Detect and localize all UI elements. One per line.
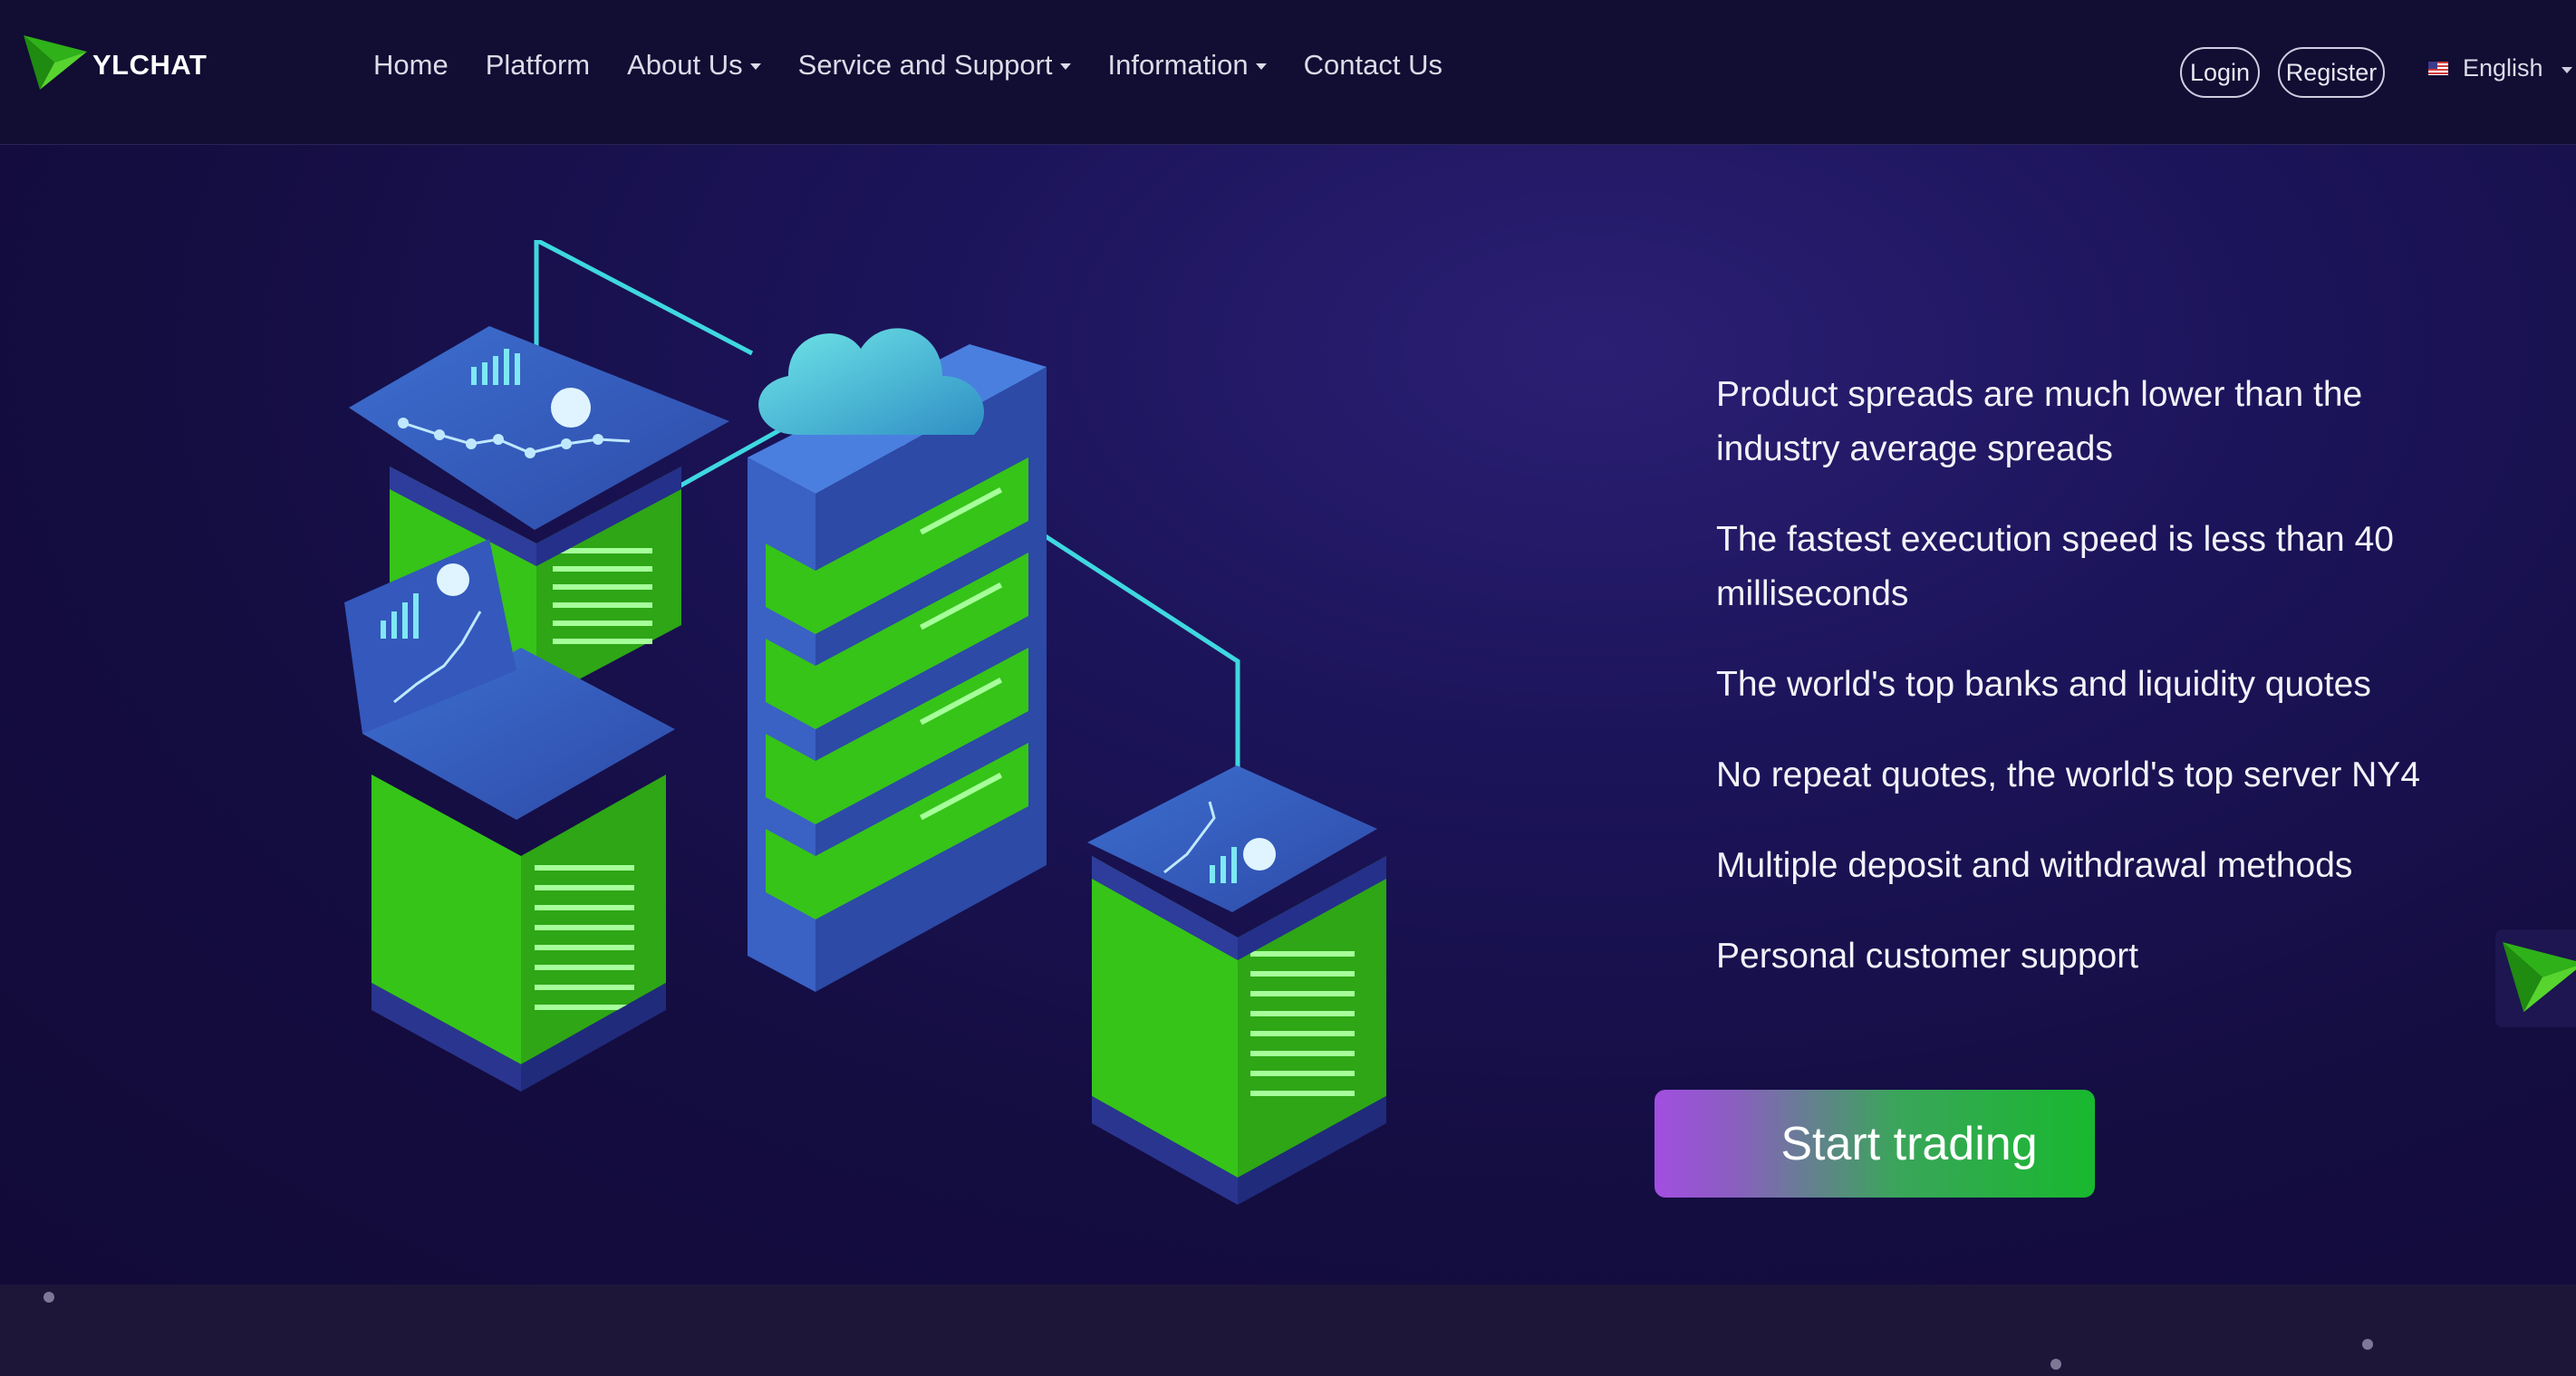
us-flag-icon: [2428, 62, 2448, 75]
bottom-section: [0, 1285, 2576, 1376]
hero-section: Product spreads are much lower than the …: [0, 145, 2576, 1285]
nav-contact-us[interactable]: Contact Us: [1304, 49, 1442, 82]
feature-item: No repeat quotes, the world's top server…: [1716, 755, 2421, 794]
server-central-tower: [748, 328, 1047, 992]
nav-home[interactable]: Home: [373, 49, 449, 82]
decorative-dot: [43, 1292, 54, 1303]
language-selector[interactable]: English: [2428, 54, 2572, 82]
floating-support-widget[interactable]: [2495, 929, 2576, 1027]
nav-information-label: Information: [1107, 49, 1249, 81]
ylchat-logo-icon: [24, 34, 87, 96]
decorative-dot: [2362, 1339, 2373, 1350]
nav-home-label: Home: [373, 49, 449, 81]
chevron-down-icon: [1059, 63, 1071, 70]
nav-about-us-label: About Us: [627, 49, 743, 81]
chevron-down-icon: [1255, 63, 1267, 70]
nav-platform-label: Platform: [485, 49, 591, 81]
feature-item: Product spreads are much lower than the …: [1716, 375, 2363, 468]
nav-contact-us-label: Contact Us: [1303, 49, 1442, 81]
nav-service-support-label: Service and Support: [797, 49, 1053, 81]
server-right: [1087, 765, 1386, 1205]
language-label: English: [2463, 54, 2543, 82]
ylchat-logo-icon: [2503, 942, 2576, 1013]
start-trading-button[interactable]: Start trading: [1655, 1090, 2095, 1198]
top-navbar: YLCHAT Home Platform About Us Service an…: [0, 0, 2576, 145]
nav-about-us[interactable]: About Us: [627, 49, 761, 82]
chevron-down-icon: [2561, 66, 2572, 73]
start-trading-label: Start trading: [1780, 1117, 2038, 1170]
register-button[interactable]: Register: [2278, 47, 2385, 98]
chevron-down-icon: [749, 63, 761, 70]
nav-service-support[interactable]: Service and Support: [798, 49, 1071, 82]
feature-list: Product spreads are much lower than the …: [1716, 368, 2423, 1020]
main-menu: Home Platform About Us Service and Suppo…: [373, 49, 1480, 82]
brand-name: YLCHAT: [92, 49, 207, 81]
feature-item: The fastest execution speed is less than…: [1716, 520, 2394, 613]
feature-item: Personal customer support: [1716, 937, 2139, 976]
brand-logo[interactable]: YLCHAT: [24, 34, 207, 96]
feature-item: The world's top banks and liquidity quot…: [1716, 665, 2371, 704]
login-button[interactable]: Login: [2180, 47, 2260, 98]
decorative-dot: [2050, 1359, 2061, 1370]
feature-item: Multiple deposit and withdrawal methods: [1716, 846, 2353, 885]
nav-information[interactable]: Information: [1108, 49, 1267, 82]
server-infrastructure-illustration: [344, 240, 1386, 1205]
nav-platform[interactable]: Platform: [486, 49, 590, 82]
